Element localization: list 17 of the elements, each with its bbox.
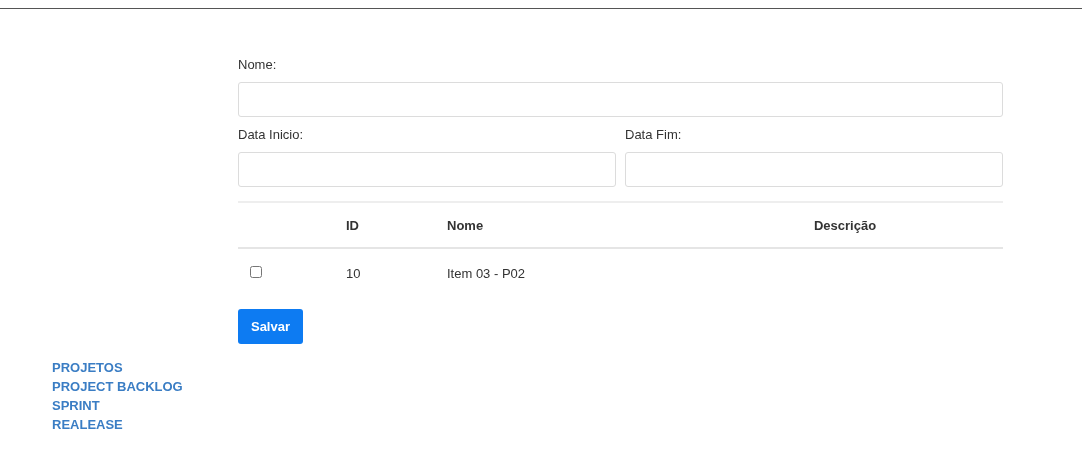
field-label: Data Inicio:: [238, 127, 305, 143]
column-header: ID: [346, 217, 359, 233]
column-header: Nome: [447, 217, 484, 233]
save-button[interactable]: Salvar: [238, 309, 303, 344]
input-field[interactable]: [238, 82, 1003, 117]
column-header: Descrição: [813, 217, 877, 233]
input-field[interactable]: [238, 152, 616, 187]
input-field[interactable]: [625, 152, 1003, 187]
table-cell: Item 03 - P02: [447, 265, 526, 281]
table-cell: 10: [346, 265, 361, 281]
nav-link[interactable]: REALEASE: [52, 415, 123, 434]
nav-link[interactable]: SPRINT: [52, 396, 100, 415]
nav-link[interactable]: PROJETOS: [52, 358, 123, 377]
field-label: Nome:: [238, 57, 278, 73]
row-checkbox[interactable]: [250, 265, 262, 278]
field-label: Data Fim:: [625, 127, 683, 143]
nav-link[interactable]: PROJECT BACKLOG: [52, 377, 183, 396]
